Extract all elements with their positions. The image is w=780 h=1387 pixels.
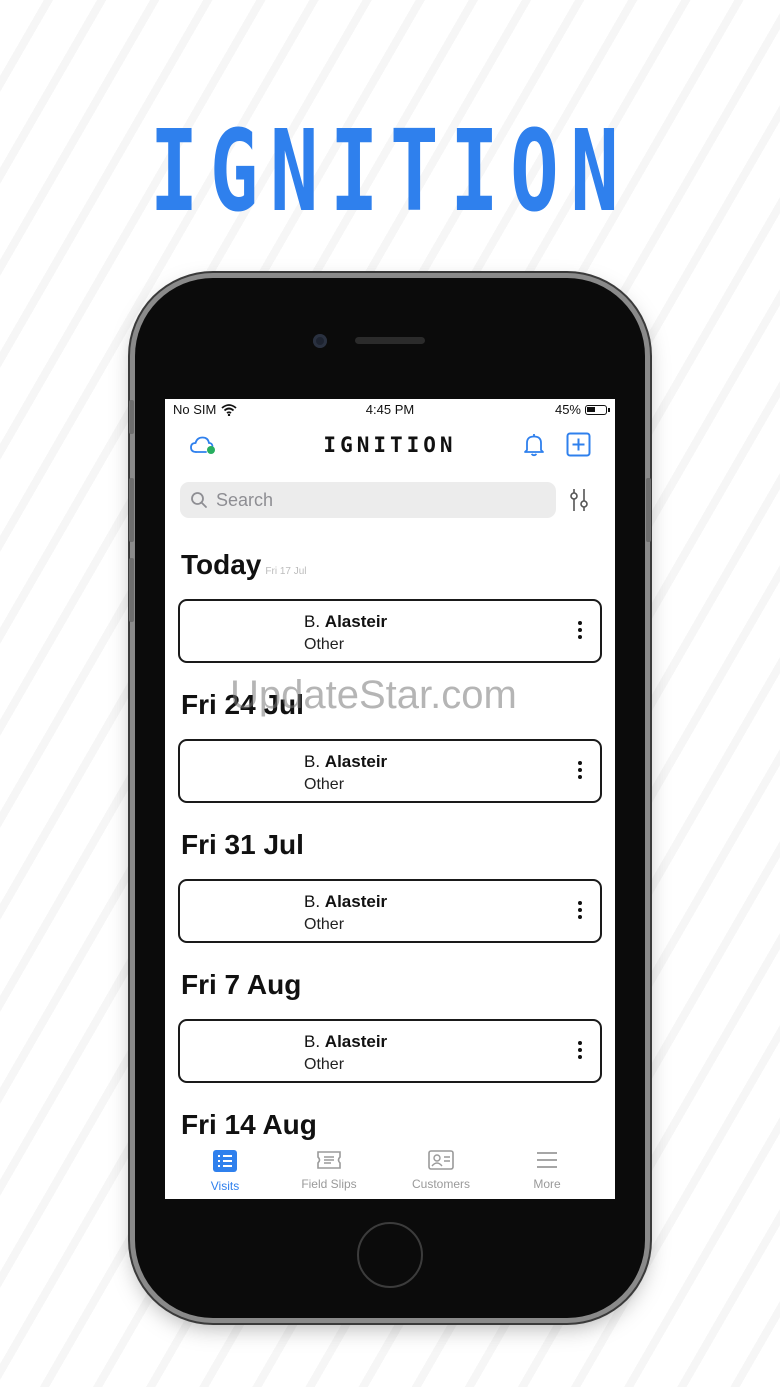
battery-icon <box>585 404 610 415</box>
visit-type: Other <box>304 776 345 793</box>
app-header: IGNITION <box>165 423 615 469</box>
tab-visits[interactable]: Visits <box>169 1149 281 1193</box>
search-input[interactable]: Search <box>180 482 556 518</box>
section-header: Fri 7 Aug <box>165 953 615 1019</box>
tab-bar: Visits Field Slips Customers More <box>165 1141 615 1199</box>
bell-icon[interactable] <box>523 433 545 457</box>
more-options-icon[interactable] <box>578 761 582 782</box>
search-icon <box>191 492 207 508</box>
contact-card-icon <box>428 1150 454 1170</box>
tab-label: More <box>533 1177 561 1191</box>
app-title: IGNITION <box>323 433 457 457</box>
ticket-icon <box>317 1151 341 1169</box>
app-screen: No SIM 4:45 PM 45% IGNITION Search Today… <box>165 399 615 1199</box>
more-options-icon[interactable] <box>578 901 582 922</box>
customer-name: B. Alasteir <box>304 892 388 911</box>
section-header: Fri 31 Jul <box>165 813 615 879</box>
customer-name: B. Alasteir <box>304 612 388 631</box>
search-placeholder: Search <box>216 489 274 510</box>
more-options-icon[interactable] <box>578 621 582 642</box>
phone-frame: No SIM 4:45 PM 45% IGNITION Search Today… <box>129 278 651 1318</box>
section-date: Today Fri 17 Jul <box>181 549 307 580</box>
search-row: Search <box>165 479 615 523</box>
visit-type: Other <box>304 916 345 933</box>
tab-field-slips[interactable]: Field Slips <box>273 1149 385 1191</box>
earpiece-speaker <box>355 337 425 344</box>
visit-card[interactable]: B. Alasteir Other <box>178 739 602 803</box>
mute-switch <box>129 400 134 434</box>
tab-label: Field Slips <box>301 1177 357 1191</box>
home-button[interactable] <box>357 1222 423 1288</box>
list-icon <box>213 1150 237 1172</box>
section-subdate: Fri 17 Jul <box>265 566 307 577</box>
visits-list: Today Fri 17 Jul B. Alasteir Other Fri 24… <box>165 533 615 1159</box>
tab-label: Customers <box>411 1177 470 1191</box>
section-header: Today Fri 17 Jul <box>165 533 615 599</box>
visit-type: Other <box>304 1056 345 1073</box>
tab-label: Visits <box>210 1179 240 1193</box>
visit-card[interactable]: B. Alasteir Other <box>178 1019 602 1083</box>
section-date: Fri 31 Jul <box>181 829 304 860</box>
battery-percent: 45% <box>554 402 581 417</box>
customer-name: B. Alasteir <box>304 752 388 771</box>
customer-name: B. Alasteir <box>304 1032 388 1051</box>
section-header: Fri 24 Jul <box>165 673 615 739</box>
section-date: Fri 24 Jul <box>181 689 304 720</box>
volume-up-button <box>129 478 134 542</box>
section-date: Fri 14 Aug <box>181 1109 317 1140</box>
tab-more[interactable]: More <box>491 1149 603 1191</box>
tab-customers[interactable]: Customers <box>385 1149 497 1191</box>
front-camera <box>313 334 327 348</box>
more-options-icon[interactable] <box>578 1041 582 1062</box>
visit-card[interactable]: B. Alasteir Other <box>178 879 602 943</box>
section-date: Fri 7 Aug <box>181 969 302 1000</box>
filter-sliders-icon[interactable] <box>567 487 591 513</box>
status-time: 4:45 PM <box>365 402 415 417</box>
promo-title: IGNITION <box>149 107 631 237</box>
visit-card[interactable]: B. Alasteir Other <box>178 599 602 663</box>
power-button <box>646 478 651 542</box>
menu-icon <box>537 1152 557 1168</box>
visit-type: Other <box>304 636 345 653</box>
add-visit-button[interactable] <box>566 432 591 457</box>
volume-down-button <box>129 558 134 622</box>
status-bar: No SIM 4:45 PM 45% <box>165 399 615 421</box>
